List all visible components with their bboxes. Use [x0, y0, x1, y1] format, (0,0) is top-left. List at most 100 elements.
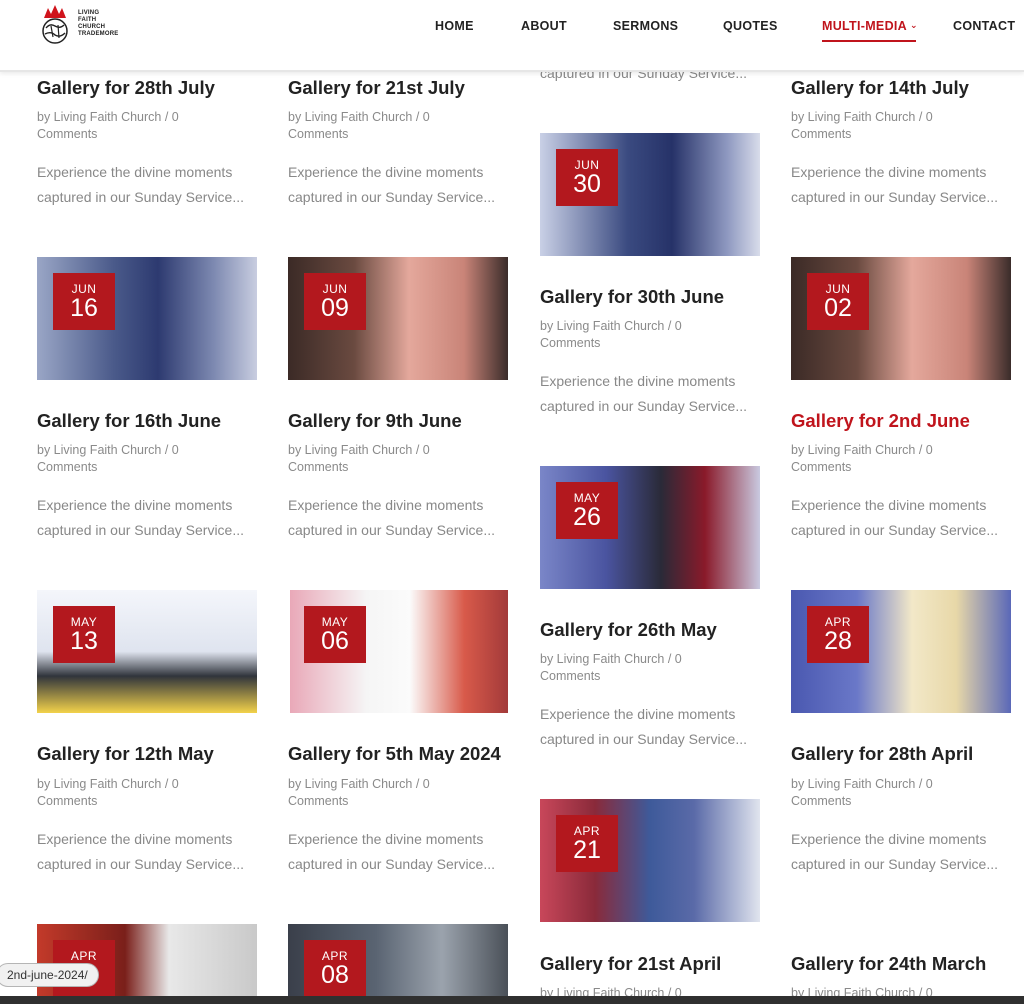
nav-multi-media-label: MULTI-MEDIA	[822, 19, 907, 33]
post-title-hovered[interactable]: Gallery for 2nd June	[791, 410, 1021, 432]
post-meta-line[interactable]: Comments	[791, 793, 971, 810]
post-meta-line: by Living Faith Church / 0	[288, 443, 430, 457]
post-title[interactable]: Gallery for 28th July	[37, 77, 267, 99]
post-excerpt-line: captured in our Sunday Service...	[37, 522, 245, 538]
post-meta: by Living Faith Church / 0 Comments	[791, 442, 971, 476]
post-meta: by Living Faith Church / 0 Comments	[791, 776, 971, 810]
nav-contact[interactable]: CONTACT	[953, 19, 1015, 33]
post-title[interactable]: Gallery for 5th May 2024	[288, 743, 518, 765]
date-badge: MAY 26	[556, 482, 618, 539]
post-meta: by Living Faith Church / 0 Comments	[288, 442, 468, 476]
window-bottom-bar	[0, 996, 1024, 1004]
post-title[interactable]: Gallery for 16th June	[37, 410, 267, 432]
post-meta-line: by Living Faith Church / 0	[791, 986, 933, 996]
post-excerpt: Experience the divine moments captured i…	[791, 493, 1013, 543]
post-meta-line: by Living Faith Church / 0	[540, 652, 682, 666]
post-excerpt: Experience the divine moments captured i…	[791, 827, 1013, 877]
post-meta-line: by Living Faith Church / 0	[791, 777, 933, 791]
post-title[interactable]: Gallery for 28th April	[791, 743, 1021, 765]
date-badge: APR 08	[304, 940, 366, 996]
badge-day: 09	[321, 294, 349, 322]
post-excerpt-line: captured in our Sunday Service...	[540, 398, 748, 414]
post-excerpt: Experience the divine moments captured i…	[37, 493, 259, 543]
post-meta: by Living Faith Church / 0 Comments	[288, 776, 468, 810]
post-meta: by Living Faith Church / 0 Comments	[791, 109, 971, 143]
gallery-thumbnail[interactable]: JUN 16	[37, 257, 257, 380]
post-excerpt-line: Experience the divine moments	[288, 831, 484, 847]
post-meta-line[interactable]: Comments	[288, 126, 468, 143]
gallery-thumbnail[interactable]: JUN 09	[288, 257, 508, 380]
gallery-thumbnail[interactable]: MAY 26	[540, 466, 760, 589]
date-badge: APR 21	[556, 815, 618, 872]
gallery-thumbnail[interactable]: MAY 06	[290, 590, 508, 713]
post-meta-line[interactable]: Comments	[288, 459, 468, 476]
post-meta-line[interactable]: Comments	[540, 668, 720, 685]
post-excerpt-line: Experience the divine moments	[288, 164, 484, 180]
post-meta-line[interactable]: Comments	[791, 459, 971, 476]
post-meta-line[interactable]: Comments	[791, 126, 971, 143]
post-meta-line: by Living Faith Church / 0	[37, 777, 179, 791]
post-title[interactable]: Gallery for 30th June	[540, 286, 770, 308]
link-status-url: 2nd-june-2024/	[0, 963, 99, 987]
post-meta: by Living Faith Church / 0 Comments	[37, 776, 217, 810]
nav-sermons[interactable]: SERMONS	[613, 19, 678, 33]
post-excerpt-line: Experience the divine moments	[791, 164, 987, 180]
nav-multi-media[interactable]: MULTI-MEDIA ⌄	[822, 19, 918, 42]
post-title[interactable]: Gallery for 9th June	[288, 410, 518, 432]
post-meta-line[interactable]: Comments	[37, 793, 217, 810]
gallery-thumbnail[interactable]: JUN 30	[540, 133, 760, 256]
badge-day: 28	[824, 627, 852, 655]
badge-day: 08	[321, 961, 349, 989]
post-excerpt: Experience the divine moments captured i…	[288, 160, 510, 210]
gallery-thumbnail[interactable]: APR 28	[791, 590, 1011, 713]
post-excerpt: Experience the divine moments captured i…	[540, 702, 762, 752]
post-excerpt-line: captured in our Sunday Service...	[791, 189, 999, 205]
post-meta: by Living Faith Church / 0 Comments	[540, 651, 720, 685]
gallery-thumbnail[interactable]: JUN 02	[791, 257, 1011, 380]
post-excerpt-line: Experience the divine moments	[540, 706, 736, 722]
post-excerpt-line: captured in our Sunday Service...	[791, 856, 999, 872]
post-excerpt-line: captured in our Sunday Service...	[540, 731, 748, 747]
post-excerpt-line: Experience the divine moments	[37, 497, 233, 513]
post-meta: by Living Faith Church / 0 Comments	[288, 109, 468, 143]
gallery-thumbnail[interactable]: APR 08	[288, 924, 508, 996]
badge-month: APR	[70, 949, 98, 963]
post-excerpt-line: Experience the divine moments	[791, 497, 987, 513]
active-nav-underline	[822, 40, 916, 42]
date-badge: JUN 30	[556, 149, 618, 206]
post-excerpt: Experience the divine moments captured i…	[791, 160, 1013, 210]
nav-about[interactable]: ABOUT	[521, 19, 567, 33]
post-meta-line: by Living Faith Church / 0	[540, 986, 682, 996]
post-title[interactable]: Gallery for 26th May	[540, 619, 770, 641]
post-title[interactable]: Gallery for 24th March	[791, 953, 1021, 975]
post-title[interactable]: Gallery for 21st July	[288, 77, 518, 99]
post-meta-line[interactable]: Comments	[288, 793, 468, 810]
post-meta-line: by Living Faith Church / 0	[540, 319, 682, 333]
badge-day: 16	[70, 294, 98, 322]
post-meta: by Living Faith Church / 0 Comments	[37, 109, 217, 143]
nav-home[interactable]: HOME	[435, 19, 474, 33]
post-meta-line[interactable]: Comments	[37, 459, 217, 476]
post-excerpt-line: captured in our Sunday Service...	[288, 856, 496, 872]
badge-day: 13	[70, 627, 98, 655]
gallery-thumbnail[interactable]: MAY 13	[37, 590, 257, 713]
post-meta-line[interactable]: Comments	[37, 126, 217, 143]
post-excerpt-line: Experience the divine moments	[288, 497, 484, 513]
badge-day: 30	[573, 170, 601, 198]
post-excerpt-line: Experience the divine moments	[791, 831, 987, 847]
post-meta-line[interactable]: Comments	[540, 335, 720, 352]
post-title[interactable]: Gallery for 14th July	[791, 77, 1021, 99]
post-meta-line: by Living Faith Church / 0	[288, 110, 430, 124]
badge-day: 26	[573, 503, 601, 531]
post-excerpt-line: Experience the divine moments	[37, 164, 233, 180]
post-excerpt-line: captured in our Sunday Service...	[37, 189, 245, 205]
main-nav: HOME ABOUT SERMONS QUOTES MULTI-MEDIA ⌄ C…	[0, 19, 1024, 42]
post-meta: by Living Faith Church / 0	[540, 985, 720, 996]
badge-day: 06	[321, 627, 349, 655]
chevron-down-icon: ⌄	[910, 20, 918, 30]
post-title[interactable]: Gallery for 12th May	[37, 743, 267, 765]
gallery-thumbnail[interactable]: APR 21	[540, 799, 760, 922]
nav-quotes[interactable]: QUOTES	[723, 19, 778, 33]
post-title[interactable]: Gallery for 21st April	[540, 953, 770, 975]
post-excerpt: Experience the divine moments captured i…	[540, 369, 762, 419]
